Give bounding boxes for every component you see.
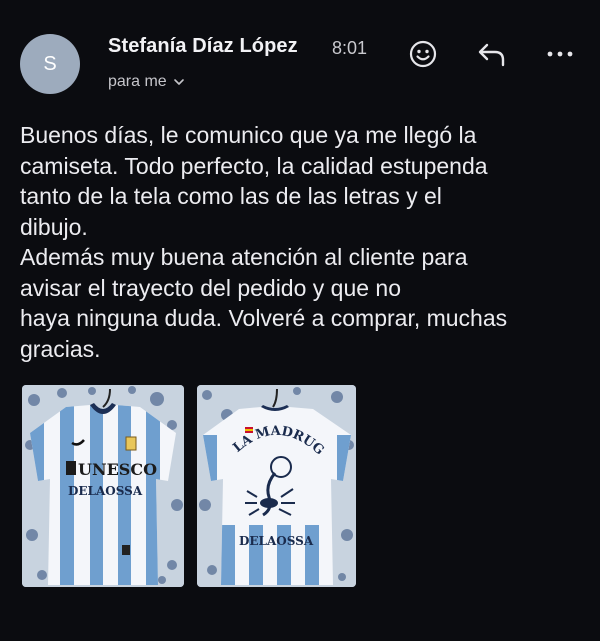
jersey-front-name: DELAOSSA: [68, 484, 143, 498]
sender-avatar[interactable]: S: [20, 34, 80, 94]
jersey-front-image: UNESCO DELAOSSA: [22, 385, 184, 587]
message-time: 8:01: [332, 38, 368, 58]
smiley-face-icon: [409, 40, 437, 68]
reply-button[interactable]: [474, 36, 510, 72]
attachment-photo-front[interactable]: UNESCO DELAOSSA: [22, 385, 184, 587]
attachment-photo-back[interactable]: LA MADRUGÁ DELAOSSA: [197, 385, 356, 587]
chevron-down-icon: [173, 79, 184, 85]
svg-text:UNESCO: UNESCO: [78, 460, 157, 479]
jersey-front-sponsor: UNESCO: [66, 460, 157, 479]
reply-arrow-icon: [478, 43, 505, 67]
more-options-button[interactable]: [542, 36, 578, 72]
recipient-toggle[interactable]: para me: [108, 73, 185, 91]
sender-name[interactable]: Stefanía Díaz López: [108, 35, 298, 58]
jersey-back-image: LA MADRUGÁ DELAOSSA: [197, 385, 356, 587]
add-reaction-button[interactable]: [405, 36, 441, 72]
recipient-label: para me: [108, 73, 167, 90]
jersey-back-name: DELAOSSA: [239, 534, 314, 548]
message-body: Buenos días, le comunico que ya me llegó…: [20, 122, 508, 362]
more-horizontal-icon: [547, 51, 573, 57]
